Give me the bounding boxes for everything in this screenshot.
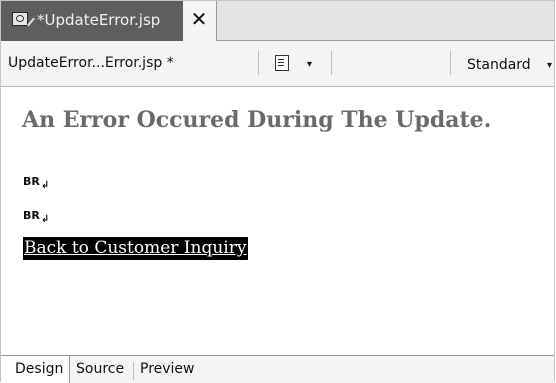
tab-title: *UpdateError.jsp (37, 11, 161, 29)
design-toolbar: UpdateError...Error.jsp * ▾ Standard ▾ (1, 41, 554, 87)
line-break-icon: ↲ (40, 180, 50, 191)
tab-updateerror-jsp[interactable]: *UpdateError.jsp ✕ (1, 1, 217, 41)
chevron-down-icon[interactable]: ▾ (307, 60, 312, 70)
br-marker[interactable]: BR↲ (23, 175, 50, 191)
page-designer-editor: *UpdateError.jsp ✕ UpdateError...Error.j… (0, 0, 555, 383)
br-marker[interactable]: BR↲ (23, 209, 50, 225)
close-icon[interactable]: ✕ (189, 8, 209, 30)
editor-mode-tabs: Design Source Preview (1, 355, 554, 383)
line-break-icon: ↲ (40, 214, 50, 225)
tab-preview[interactable]: Preview (140, 356, 195, 383)
toolbar-divider (331, 51, 332, 75)
jsp-file-icon (12, 12, 28, 26)
view-mode-select[interactable]: Standard (467, 57, 531, 73)
back-to-customer-inquiry-link[interactable]: Back to Customer Inquiry (23, 237, 249, 260)
tab-design[interactable]: Design (1, 356, 71, 383)
toolbar-divider (450, 51, 451, 75)
tab-source[interactable]: Source (76, 356, 124, 383)
design-canvas[interactable]: An Error Occured During The Update. BR↲ … (1, 87, 554, 355)
page-properties-icon[interactable] (275, 55, 289, 71)
file-name-label: UpdateError...Error.jsp * (8, 55, 174, 71)
page-heading[interactable]: An Error Occured During The Update. (22, 107, 491, 133)
toolbar-divider (258, 51, 259, 75)
chevron-down-icon[interactable]: ▾ (547, 61, 552, 71)
editor-tab-strip: *UpdateError.jsp ✕ (1, 1, 554, 41)
tab-divider (133, 362, 134, 380)
